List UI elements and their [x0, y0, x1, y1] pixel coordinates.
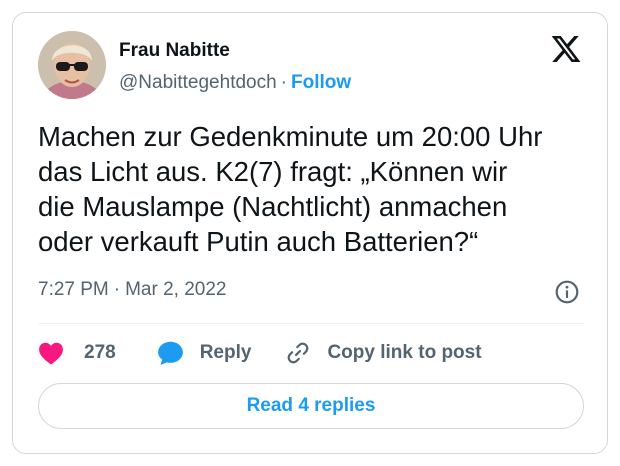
action-bar: 278 Reply Copy link to post [38, 337, 482, 369]
avatar[interactable] [38, 31, 106, 99]
speech-bubble-icon [157, 341, 183, 366]
follow-button[interactable]: Follow [291, 72, 351, 93]
like-count: 278 [84, 342, 116, 363]
heart-icon [39, 342, 63, 365]
separator-dot: · [113, 279, 121, 300]
copy-link-label: Copy link to post [327, 342, 482, 363]
separator-dot: · [280, 72, 287, 93]
reply-label: Reply [199, 342, 252, 363]
info-icon[interactable] [554, 279, 580, 305]
tweet-time: 7:27 PM [38, 279, 109, 300]
profile-photo-icon [38, 31, 106, 99]
tweet-timestamp[interactable]: 7:27 PM · Mar 2, 2022 [38, 279, 227, 301]
author-name[interactable]: Frau Nabitte [119, 40, 230, 62]
author-handle-row: @Nabittegehtdoch · Follow [119, 72, 351, 94]
tweet-card[interactable]: Frau Nabitte @Nabittegehtdoch · Follow Mac… [12, 12, 608, 454]
read-replies-label: Read 4 replies [246, 395, 376, 416]
like-button[interactable]: 278 [38, 341, 116, 365]
author-handle[interactable]: @Nabittegehtdoch [119, 72, 277, 93]
copy-link-button[interactable]: Copy link to post [285, 340, 482, 366]
read-replies-button[interactable]: Read 4 replies [38, 383, 584, 429]
x-logo-icon[interactable] [549, 33, 583, 65]
tweet-text: Machen zur Gedenkminute um 20:00 Uhr das… [38, 121, 543, 257]
tweet-date: Mar 2, 2022 [125, 279, 227, 300]
reply-button[interactable]: Reply [157, 340, 252, 366]
divider [38, 323, 584, 324]
link-icon [288, 342, 309, 364]
